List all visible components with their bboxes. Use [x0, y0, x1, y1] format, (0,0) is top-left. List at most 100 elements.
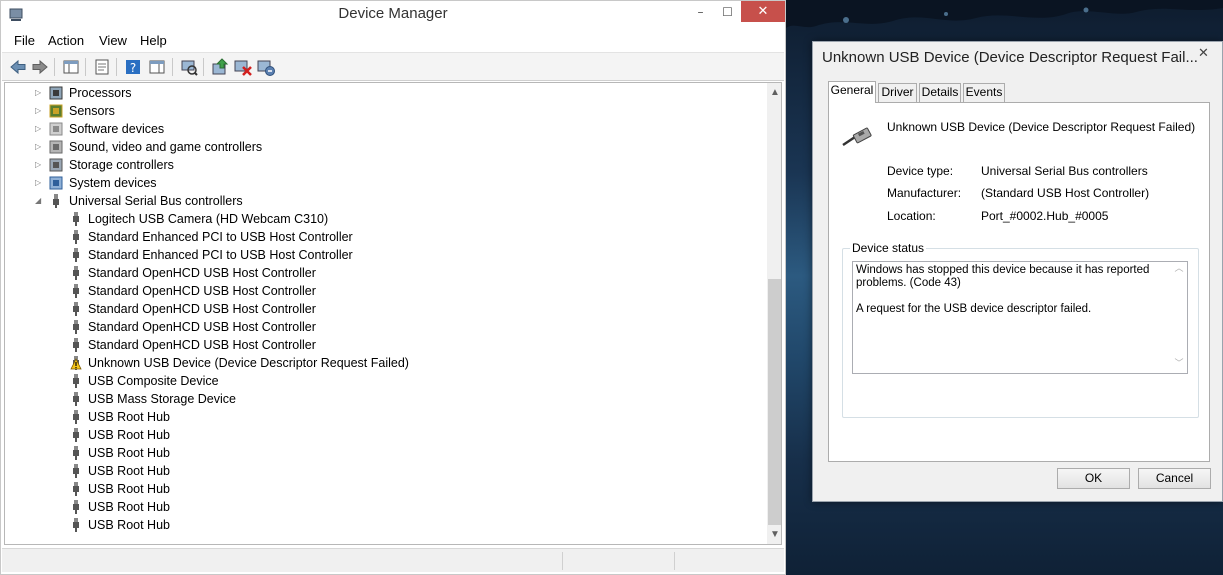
tree-device-label: USB Mass Storage Device: [88, 392, 236, 406]
tab-events[interactable]: Events: [963, 83, 1005, 102]
dialog-close-button[interactable]: ✕: [1186, 43, 1221, 64]
close-button[interactable]: ✕: [741, 1, 785, 22]
tree-device-item[interactable]: Standard Enhanced PCI to USB Host Contro…: [5, 228, 765, 246]
back-arrow-icon[interactable]: [8, 57, 28, 77]
tree-device-item[interactable]: Standard OpenHCD USB Host Controller: [5, 336, 765, 354]
uninstall-device-icon[interactable]: [233, 57, 253, 77]
menu-view[interactable]: View: [99, 33, 127, 48]
maximize-button[interactable]: ☐: [714, 1, 741, 22]
tree-device-item[interactable]: Standard OpenHCD USB Host Controller: [5, 318, 765, 336]
tree-device-label: USB Root Hub: [88, 464, 170, 478]
tree-device-item[interactable]: USB Root Hub: [5, 516, 765, 534]
toolbar-separator: [54, 58, 55, 76]
tab-driver[interactable]: Driver: [878, 83, 917, 102]
properties-icon[interactable]: [92, 57, 112, 77]
toolbar-separator: [172, 58, 173, 76]
show-hide-console-tree-icon[interactable]: [61, 57, 81, 77]
tree-device-item[interactable]: USB Root Hub: [5, 498, 765, 516]
status-message: A request for the USB device descriptor …: [856, 303, 1092, 315]
tree-device-item[interactable]: USB Composite Device: [5, 372, 765, 390]
sensors-icon: [49, 104, 63, 118]
tree-category-label: Processors: [69, 86, 132, 100]
tree-category-universal-serial-bus-controllers[interactable]: ◢ Universal Serial Bus controllers: [5, 192, 765, 210]
tree-category-sound-video-and-game-controllers[interactable]: ▷ Sound, video and game controllers: [5, 138, 765, 156]
toolbar-separator: [85, 58, 86, 76]
usb-plug-icon: [73, 446, 79, 460]
expand-arrow-icon[interactable]: ▷: [35, 120, 45, 138]
tree-category-label: Software devices: [69, 122, 165, 136]
device-tree[interactable]: ▲ ▼ ▷ Processors ▷ Sensors ▷ Software devices…: [4, 82, 782, 545]
menu-bar: File Action View Help: [2, 31, 784, 51]
tree-category-label: Sound, video and game controllers: [69, 140, 263, 154]
expand-arrow-icon[interactable]: ▷: [35, 138, 45, 156]
ok-button[interactable]: OK: [1057, 468, 1130, 489]
tree-device-label: Unknown USB Device (Device Descriptor Re…: [88, 356, 409, 370]
scroll-down-arrow[interactable]: ▼: [767, 527, 781, 543]
minimize-button[interactable]: –: [687, 1, 714, 22]
tree-device-item[interactable]: USB Mass Storage Device: [5, 390, 765, 408]
update-driver-icon[interactable]: [210, 57, 230, 77]
status-scrollbar[interactable]: ︿ ﹀: [1171, 262, 1187, 373]
expand-arrow-icon[interactable]: ▷: [35, 156, 45, 174]
general-tab-panel: Unknown USB Device (Device Descriptor Re…: [828, 102, 1210, 462]
collapse-arrow-icon[interactable]: ◢: [35, 192, 45, 210]
manufacturer-label: Manufacturer:: [887, 186, 962, 200]
tree-device-label: USB Root Hub: [88, 500, 170, 514]
status-scroll-up-arrow[interactable]: ︿: [1171, 262, 1187, 275]
tree-device-item[interactable]: USB Root Hub: [5, 462, 765, 480]
tree-device-item[interactable]: USB Root Hub: [5, 444, 765, 462]
tree-category-sensors[interactable]: ▷ Sensors: [5, 102, 765, 120]
usb-plug-icon: [73, 338, 79, 352]
cancel-button[interactable]: Cancel: [1138, 468, 1211, 489]
tree-device-item[interactable]: USB Root Hub: [5, 408, 765, 426]
tree-device-item[interactable]: Logitech USB Camera (HD Webcam C310): [5, 210, 765, 228]
tree-vertical-scrollbar[interactable]: ▲ ▼: [767, 83, 781, 544]
system-devices-icon: [49, 176, 63, 190]
tree-device-item[interactable]: Unknown USB Device (Device Descriptor Re…: [5, 354, 765, 372]
expand-arrow-icon[interactable]: ▷: [35, 84, 45, 102]
scroll-up-arrow[interactable]: ▲: [767, 85, 781, 101]
menu-action[interactable]: Action: [48, 33, 84, 48]
tree-device-item[interactable]: USB Root Hub: [5, 480, 765, 498]
tree-device-item[interactable]: Standard OpenHCD USB Host Controller: [5, 282, 765, 300]
tree-device-item[interactable]: USB Root Hub: [5, 426, 765, 444]
tree-device-item[interactable]: Standard Enhanced PCI to USB Host Contro…: [5, 246, 765, 264]
forward-arrow-icon[interactable]: [30, 57, 50, 77]
usb-plug-icon: [73, 230, 79, 244]
device-status-textbox[interactable]: Windows has stopped this device because …: [852, 261, 1188, 374]
usb-plug-icon: [53, 194, 59, 208]
window-title: Device Manager: [338, 5, 448, 22]
toolbar-separator: [116, 58, 117, 76]
tree-category-system-devices[interactable]: ▷ System devices: [5, 174, 765, 192]
tree-device-item[interactable]: Standard OpenHCD USB Host Controller: [5, 300, 765, 318]
usb-cable-icon: [842, 127, 872, 147]
status-scroll-down-arrow[interactable]: ﹀: [1171, 357, 1187, 370]
usb-plug-icon: [73, 482, 79, 496]
usb-plug-icon: [73, 410, 79, 424]
tree-category-storage-controllers[interactable]: ▷ Storage controllers: [5, 156, 765, 174]
tree-device-item[interactable]: Standard OpenHCD USB Host Controller: [5, 264, 765, 282]
menu-file[interactable]: File: [14, 33, 35, 48]
speaker-icon: [49, 140, 63, 154]
help-icon[interactable]: ?: [123, 57, 143, 77]
tab-details[interactable]: Details: [919, 83, 961, 102]
scroll-thumb[interactable]: [768, 279, 781, 525]
usb-plug-icon: [73, 518, 79, 532]
device-properties-dialog: Unknown USB Device (Device Descriptor Re…: [812, 41, 1223, 502]
tree-category-processors[interactable]: ▷ Processors: [5, 84, 765, 102]
tree-category-label: System devices: [69, 176, 157, 190]
title-bar[interactable]: Device Manager – ☐ ✕: [1, 1, 785, 30]
action-pane-icon[interactable]: [147, 57, 167, 77]
status-bar-divider: [674, 552, 675, 570]
scan-hardware-icon[interactable]: [179, 57, 199, 77]
tree-category-label: Storage controllers: [69, 158, 174, 172]
tab-general[interactable]: General: [828, 81, 876, 103]
usb-device-warning-icon: [70, 356, 82, 370]
disable-device-icon[interactable]: [256, 57, 276, 77]
device-manager-window: Device Manager – ☐ ✕ File Action View He…: [0, 0, 786, 575]
tree-category-software-devices[interactable]: ▷ Software devices: [5, 120, 765, 138]
expand-arrow-icon[interactable]: ▷: [35, 174, 45, 192]
menu-help[interactable]: Help: [140, 33, 167, 48]
expand-arrow-icon[interactable]: ▷: [35, 102, 45, 120]
tree-device-label: Standard OpenHCD USB Host Controller: [88, 320, 316, 334]
